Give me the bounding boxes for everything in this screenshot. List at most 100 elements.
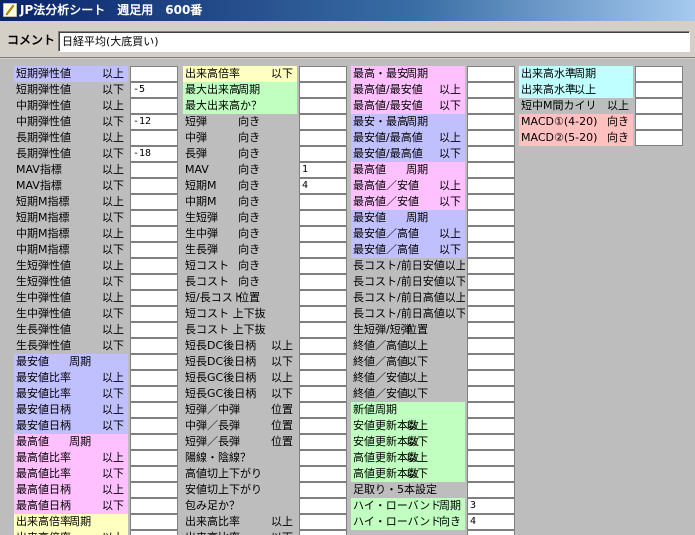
- criteria-value-input[interactable]: [299, 386, 347, 402]
- criteria-value-input[interactable]: [635, 66, 683, 82]
- criteria-value-input[interactable]: [299, 194, 347, 210]
- criteria-value-input[interactable]: [467, 402, 515, 418]
- criteria-value-input[interactable]: [130, 530, 178, 535]
- criteria-value-input[interactable]: [130, 162, 178, 178]
- criteria-value-input[interactable]: [130, 194, 178, 210]
- criteria-value-input[interactable]: [299, 98, 347, 114]
- criteria-value-input[interactable]: [467, 338, 515, 354]
- criteria-value-input[interactable]: -18: [130, 146, 178, 162]
- criteria-value-input[interactable]: [467, 82, 515, 98]
- criteria-value-input[interactable]: [130, 98, 178, 114]
- criteria-value-input[interactable]: [467, 130, 515, 146]
- criteria-value-input[interactable]: [130, 482, 178, 498]
- criteria-value-input[interactable]: [467, 434, 515, 450]
- criteria-value-input[interactable]: [299, 434, 347, 450]
- criteria-value-input[interactable]: -12: [130, 114, 178, 130]
- criteria-value-input[interactable]: [130, 258, 178, 274]
- criteria-value-input[interactable]: [299, 114, 347, 130]
- criteria-value-input[interactable]: [299, 418, 347, 434]
- criteria-value-input[interactable]: [130, 226, 178, 242]
- criteria-value-input[interactable]: [467, 162, 515, 178]
- criteria-value-input[interactable]: [635, 82, 683, 98]
- criteria-value-input[interactable]: [635, 114, 683, 130]
- criteria-value-input[interactable]: [130, 466, 178, 482]
- criteria-value-input[interactable]: [130, 402, 178, 418]
- criteria-value-input[interactable]: [130, 242, 178, 258]
- criteria-value-input[interactable]: [467, 482, 515, 498]
- criteria-value-input[interactable]: [467, 178, 515, 194]
- criteria-label-text: 長コスト: [185, 275, 229, 288]
- criteria-label-text: 最高値/最安値: [353, 83, 423, 96]
- criteria-value-input[interactable]: [299, 498, 347, 514]
- criteria-value-input[interactable]: [130, 290, 178, 306]
- criteria-value-input[interactable]: [299, 146, 347, 162]
- criteria-value-input[interactable]: -5: [130, 82, 178, 98]
- criteria-value-input[interactable]: [130, 386, 178, 402]
- criteria-value-input[interactable]: [299, 306, 347, 322]
- criteria-label: 最安値比率 以下: [14, 386, 128, 402]
- criteria-value-input[interactable]: 3: [467, 498, 515, 514]
- criteria-value-input[interactable]: [130, 450, 178, 466]
- criteria-value-input[interactable]: [299, 354, 347, 370]
- criteria-value-input[interactable]: [467, 66, 515, 82]
- criteria-value-input[interactable]: [467, 226, 515, 242]
- criteria-value-input[interactable]: [467, 114, 515, 130]
- criteria-value-input[interactable]: [299, 290, 347, 306]
- criteria-value-input[interactable]: [299, 66, 347, 82]
- criteria-value-input[interactable]: [299, 258, 347, 274]
- criteria-value-input[interactable]: [130, 210, 178, 226]
- criteria-value-input[interactable]: [299, 322, 347, 338]
- criteria-value-input[interactable]: [299, 226, 347, 242]
- criteria-value-input[interactable]: [130, 66, 178, 82]
- criteria-value-input[interactable]: 4: [467, 514, 515, 530]
- criteria-value-input[interactable]: [467, 210, 515, 226]
- comment-input[interactable]: 日経平均(大底買い): [58, 31, 690, 52]
- criteria-value-input[interactable]: [467, 354, 515, 370]
- criteria-value-input[interactable]: [467, 530, 515, 535]
- criteria-value-input[interactable]: [299, 450, 347, 466]
- criteria-value-input[interactable]: [635, 130, 683, 146]
- criteria-value-input[interactable]: [130, 514, 178, 530]
- criteria-value-input[interactable]: [299, 82, 347, 98]
- criteria-value-input[interactable]: 1: [299, 162, 347, 178]
- criteria-value-input[interactable]: [467, 194, 515, 210]
- criteria-value-input[interactable]: [299, 370, 347, 386]
- criteria-value-input[interactable]: [467, 146, 515, 162]
- criteria-value-input[interactable]: [467, 274, 515, 290]
- criteria-value-input[interactable]: [467, 306, 515, 322]
- criteria-value-input[interactable]: [299, 466, 347, 482]
- criteria-value-input[interactable]: [130, 338, 178, 354]
- criteria-value-input[interactable]: [467, 466, 515, 482]
- criteria-value-input[interactable]: [299, 402, 347, 418]
- criteria-value-input[interactable]: [130, 418, 178, 434]
- criteria-value-input[interactable]: [299, 130, 347, 146]
- criteria-value-input[interactable]: [299, 210, 347, 226]
- criteria-value-input[interactable]: [130, 178, 178, 194]
- criteria-value-input[interactable]: [467, 418, 515, 434]
- criteria-value-input[interactable]: [467, 370, 515, 386]
- criteria-value-input[interactable]: [467, 258, 515, 274]
- criteria-value-input[interactable]: [467, 98, 515, 114]
- criteria-value-input[interactable]: 4: [299, 178, 347, 194]
- criteria-value-input[interactable]: [299, 242, 347, 258]
- criteria-value-input[interactable]: [299, 274, 347, 290]
- criteria-value-input[interactable]: [299, 514, 347, 530]
- criteria-value-input[interactable]: [130, 370, 178, 386]
- criteria-value-input[interactable]: [467, 242, 515, 258]
- criteria-value-input[interactable]: [130, 322, 178, 338]
- criteria-value-input[interactable]: [635, 98, 683, 114]
- criteria-value-input[interactable]: [130, 130, 178, 146]
- criteria-value-input[interactable]: [467, 290, 515, 306]
- criteria-value-input[interactable]: [299, 482, 347, 498]
- criteria-value-input[interactable]: [467, 386, 515, 402]
- criteria-value-input[interactable]: [299, 530, 347, 535]
- criteria-value-input[interactable]: [130, 434, 178, 450]
- criteria-value-input[interactable]: [467, 450, 515, 466]
- criteria-value-input[interactable]: [130, 306, 178, 322]
- criteria-value-input[interactable]: [467, 322, 515, 338]
- criteria-value-input[interactable]: [130, 354, 178, 370]
- criteria-label: 陽線・陰線？: [183, 450, 297, 466]
- criteria-value-input[interactable]: [130, 274, 178, 290]
- criteria-value-input[interactable]: [299, 338, 347, 354]
- criteria-value-input[interactable]: [130, 498, 178, 514]
